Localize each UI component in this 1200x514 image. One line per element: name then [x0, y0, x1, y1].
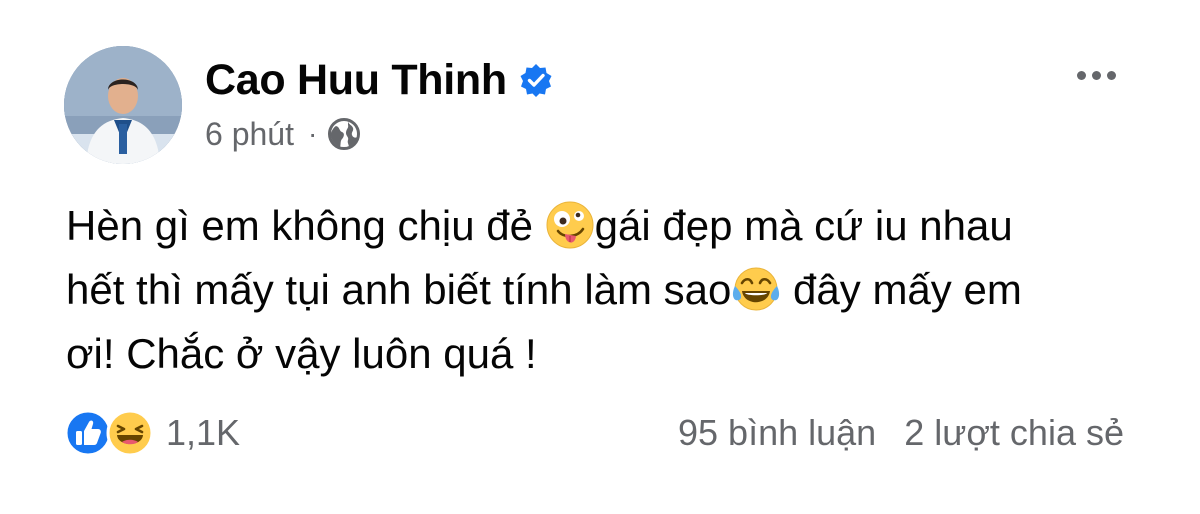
- reaction-count: 1,1K: [166, 412, 241, 453]
- like-icon: [64, 409, 112, 457]
- avatar[interactable]: [64, 46, 182, 164]
- meta-separator: ·: [307, 118, 318, 149]
- post-text-line2b: đây mấy em: [781, 266, 1022, 313]
- post-text-line3: ơi! Chắc ở vậy luôn quá !: [66, 330, 537, 377]
- engagement-stats: 95 bình luận 2 lượt chia sẻ: [678, 408, 1124, 458]
- comments-count[interactable]: 95 bình luận: [678, 412, 876, 454]
- facebook-post: Cao Huu Thinh 6 phút · Hèn gì em không c…: [0, 0, 1200, 514]
- zany-face-emoji: [546, 201, 594, 249]
- verified-badge-icon: [520, 64, 552, 97]
- more-options-icon[interactable]: [1068, 58, 1124, 92]
- post-meta: 6 phút ·: [205, 112, 361, 156]
- more-dot: [1106, 70, 1116, 80]
- post-text-line1a: Hèn gì em không chịu đẻ: [66, 202, 545, 249]
- more-dot: [1076, 70, 1086, 80]
- reactions-summary[interactable]: 1,1K: [64, 408, 240, 458]
- more-dot: [1091, 70, 1101, 80]
- avatar-image: [64, 46, 182, 164]
- haha-icon: [106, 409, 154, 457]
- author-row: Cao Huu Thinh: [205, 52, 553, 108]
- post-text-line1b: gái đẹp mà cứ iu nhau: [594, 202, 1013, 249]
- post-text-line2a: hết thì mấy tụi anh biết tính làm sao: [66, 266, 732, 313]
- post-body: Hèn gì em không chịu đẻ gái đẹp mà cứ iu…: [66, 194, 1146, 386]
- author-name[interactable]: Cao Huu Thinh: [205, 56, 507, 105]
- globe-icon[interactable]: [327, 117, 361, 151]
- shares-count[interactable]: 2 lượt chia sẻ: [904, 412, 1124, 454]
- post-time[interactable]: 6 phút: [205, 116, 294, 153]
- tears-of-joy-emoji: [733, 267, 780, 311]
